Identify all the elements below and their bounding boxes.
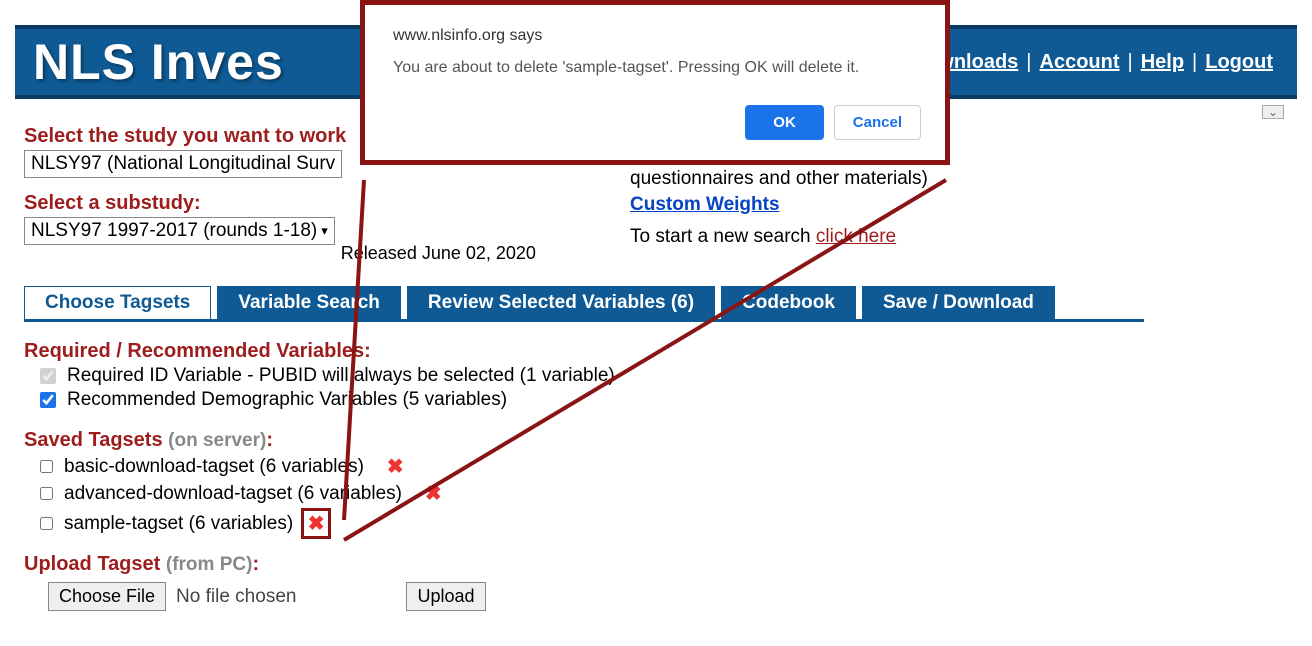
- nav-separator: |: [1026, 51, 1031, 74]
- tab-review-selected[interactable]: Review Selected Variables (6): [407, 286, 715, 319]
- dialog-message: You are about to delete 'sample-tagset'.…: [393, 59, 921, 77]
- saved-heading-muted: (on server): [168, 430, 266, 451]
- tab-bar: Choose Tagsets Variable Search Review Se…: [24, 286, 1144, 322]
- substudy-released: Released June 02, 2020: [341, 243, 536, 264]
- tab-save-download[interactable]: Save / Download: [862, 286, 1055, 319]
- confirm-dialog: www.nlsinfo.org says You are about to de…: [360, 0, 950, 165]
- ok-button[interactable]: OK: [745, 105, 824, 140]
- delete-tagset-icon[interactable]: ✖: [423, 481, 443, 506]
- banner-title: NLS Inves: [33, 33, 284, 91]
- required-id-label: Required ID Variable - PUBID will always…: [67, 365, 615, 387]
- choose-file-button[interactable]: Choose File: [48, 582, 166, 611]
- recommended-demo-checkbox[interactable]: [40, 392, 56, 408]
- tagset-label: sample-tagset (6 variables): [64, 513, 293, 535]
- start-search-link[interactable]: click here: [816, 226, 896, 247]
- nav-separator: |: [1192, 51, 1197, 74]
- file-chosen-status: No file chosen: [176, 586, 296, 608]
- upload-heading-muted: (from PC): [166, 554, 253, 575]
- substudy-label: Select a substudy:: [24, 192, 201, 214]
- recommended-demo-label: Recommended Demographic Variables (5 var…: [67, 389, 507, 411]
- tagset-checkbox[interactable]: [40, 460, 53, 473]
- substudy-select[interactable]: NLSY97 1997-2017 (rounds 1-18) ▾: [24, 217, 335, 245]
- tab-variable-search[interactable]: Variable Search: [217, 286, 401, 319]
- substudy-select-value: NLSY97 1997-2017 (rounds 1-18): [31, 220, 317, 242]
- callout-highlight: ✖: [301, 508, 331, 539]
- tab-codebook[interactable]: Codebook: [721, 286, 856, 319]
- documentation-paren: questionnaires and other materials): [630, 168, 928, 189]
- dialog-origin: www.nlsinfo.org says: [393, 27, 921, 45]
- delete-tagset-icon[interactable]: ✖: [385, 454, 405, 479]
- tagset-label: advanced-download-tagset (6 variables): [64, 483, 402, 505]
- start-search-text: To start a new search: [630, 226, 816, 247]
- tagset-checkbox[interactable]: [40, 517, 53, 530]
- study-label: Select the study you want to work: [24, 125, 346, 147]
- delete-tagset-icon[interactable]: ✖: [306, 511, 326, 536]
- tab-choose-tagsets[interactable]: Choose Tagsets: [24, 286, 211, 319]
- upload-heading: Upload Tagset: [24, 553, 166, 575]
- nav-logout[interactable]: Logout: [1205, 51, 1273, 74]
- chevron-down-icon: ▾: [321, 223, 328, 239]
- required-heading: Required / Recommended Variables:: [24, 340, 371, 362]
- cancel-button[interactable]: Cancel: [834, 105, 921, 140]
- nav-help[interactable]: Help: [1141, 51, 1184, 74]
- tagset-checkbox[interactable]: [40, 487, 53, 500]
- custom-weights-link[interactable]: Custom Weights: [630, 194, 780, 215]
- upload-button[interactable]: Upload: [406, 582, 485, 611]
- study-select-value: NLSY97 (National Longitudinal Surv: [31, 153, 335, 175]
- nav-separator: |: [1128, 51, 1133, 74]
- nav-account[interactable]: Account: [1040, 51, 1120, 74]
- required-id-checkbox: [40, 368, 56, 384]
- tagset-label: basic-download-tagset (6 variables): [64, 456, 364, 478]
- study-select[interactable]: NLSY97 (National Longitudinal Surv: [24, 150, 342, 178]
- expand-icon[interactable]: ⌄: [1262, 105, 1284, 119]
- saved-heading: Saved Tagsets: [24, 429, 168, 451]
